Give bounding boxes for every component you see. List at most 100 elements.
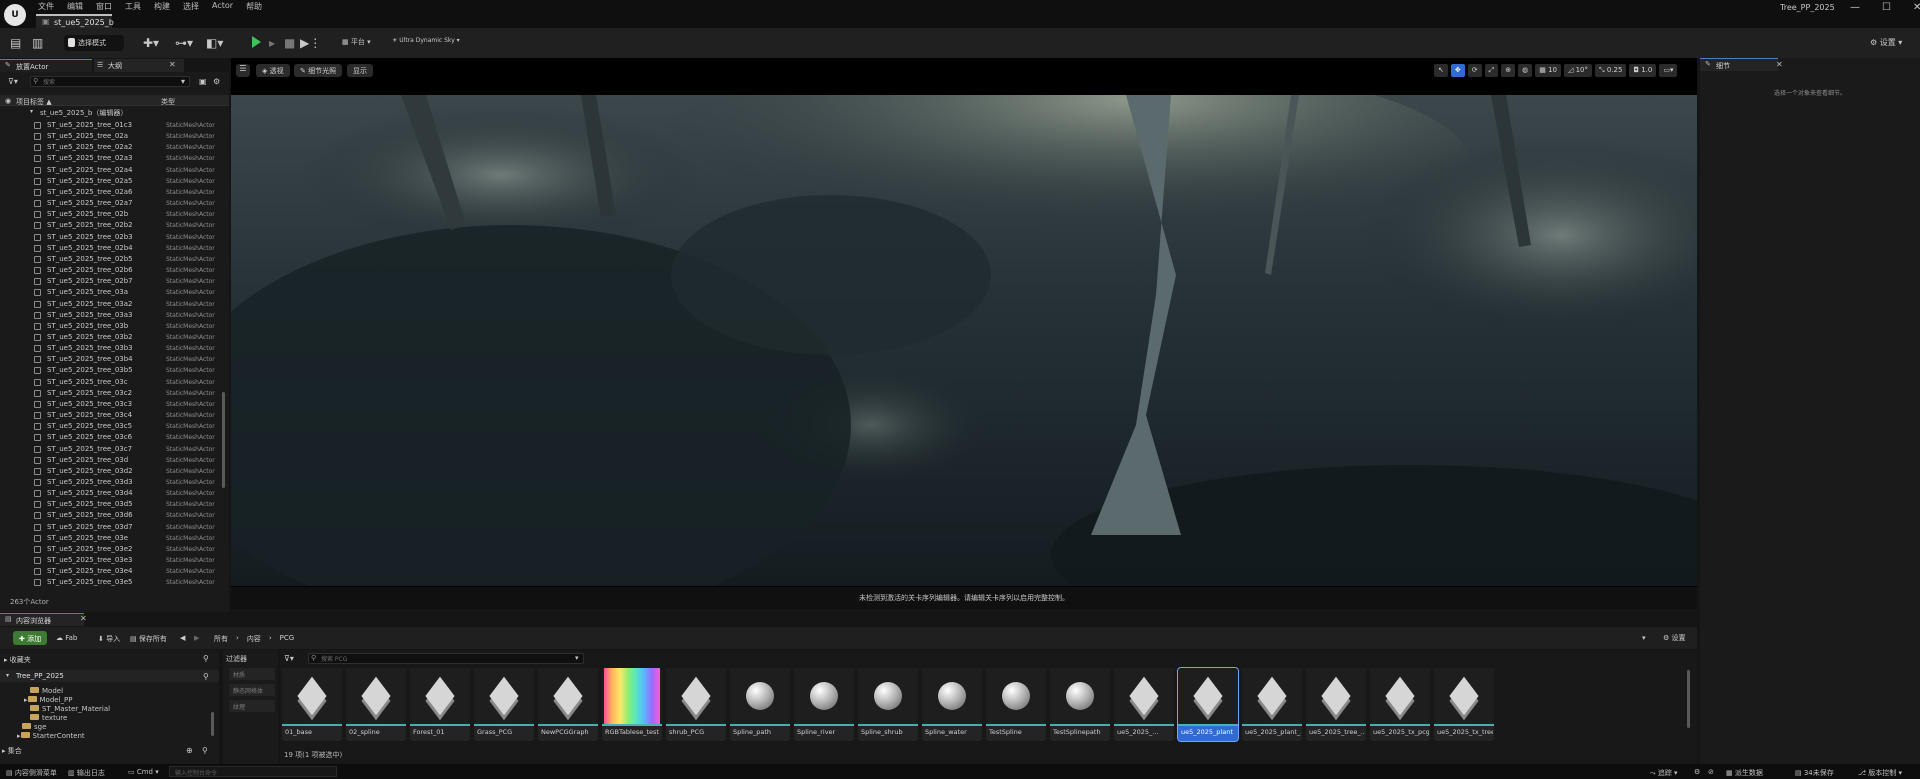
outliner-row[interactable]: ST_ue5_2025_tree_02a5 StaticMeshActor [0, 176, 222, 187]
asset-tile[interactable]: Spline_path [730, 668, 790, 741]
outliner-scrollbar[interactable] [222, 392, 225, 488]
console-command-input[interactable]: 输入控制台命令 [169, 766, 337, 777]
rotate-tool-icon[interactable]: ⟳ [1467, 64, 1482, 77]
outliner-row[interactable]: ST_ue5_2025_tree_03b3 StaticMeshActor [0, 343, 222, 354]
outliner-row[interactable]: ST_ue5_2025_tree_02b6 StaticMeshActor [0, 265, 222, 276]
add-button[interactable]: ✚ 添加 [13, 631, 47, 645]
stop-icon[interactable]: ■ [284, 36, 295, 50]
close-details-icon[interactable]: ✕ [1776, 60, 1783, 69]
select-tool-icon[interactable]: ↖ [1434, 64, 1448, 77]
outliner-row[interactable]: ST_ue5_2025_tree_03c4 StaticMeshActor [0, 410, 222, 421]
outliner-row[interactable]: ST_ue5_2025_tree_03b5 StaticMeshActor [0, 365, 222, 376]
breadcrumb-content[interactable]: 内容 [247, 634, 261, 644]
outliner-row[interactable]: ST_ue5_2025_tree_02a4 StaticMeshActor [0, 165, 222, 176]
outliner-row[interactable]: ST_ue5_2025_tree_03b4 StaticMeshActor [0, 354, 222, 365]
add-collection-icon[interactable]: ⊕ [186, 746, 193, 755]
forest-scene-render[interactable] [171, 55, 1771, 645]
outliner-row[interactable]: ST_ue5_2025_tree_03a StaticMeshActor [0, 287, 222, 298]
play-options-icon[interactable]: ▶⋮ [300, 36, 321, 50]
asset-search-options-icon[interactable]: ▾ [575, 654, 579, 662]
collections-section[interactable]: ▸ 集合 [2, 746, 22, 756]
outliner-row[interactable]: ST_ue5_2025_tree_02b2 StaticMeshActor [0, 220, 222, 231]
outliner-row[interactable]: ST_ue5_2025_tree_03c7 StaticMeshActor [0, 444, 222, 455]
column-type[interactable]: 类型 [161, 97, 175, 107]
outliner-row[interactable]: ST_ue5_2025_tree_02b7 StaticMeshActor [0, 276, 222, 287]
blueprint-icon[interactable]: ⊶▾ [175, 36, 193, 50]
outliner-row[interactable]: ST_ue5_2025_tree_03d3 StaticMeshActor [0, 477, 222, 488]
filter-static-mesh[interactable]: 静态网格体 [229, 684, 275, 696]
move-tool-icon[interactable]: ✥ [1450, 64, 1465, 77]
close-content-browser-icon[interactable]: ✕ [80, 614, 87, 623]
editor-level-row[interactable]: st_ue5_2025_b（编辑器） [40, 108, 127, 118]
asset-tile[interactable]: RGBTablese_test [602, 668, 662, 741]
sky-dropdown[interactable]: ☀ Ultra Dynamic Sky ▾ [392, 37, 460, 44]
asset-tile[interactable]: ue5_2025_plant [1177, 667, 1239, 742]
filter-icon[interactable]: ⊽▾ [8, 77, 18, 86]
menu-select[interactable]: 选择 [183, 1, 199, 12]
status-settings-icon[interactable]: ⚙ [1694, 768, 1700, 776]
show-button[interactable]: 显示 [347, 64, 373, 77]
outliner-row[interactable]: ST_ue5_2025_tree_02a6 StaticMeshActor [0, 187, 222, 198]
content-drawer-button[interactable]: ▤ 内容侧滑菜单 [6, 768, 57, 778]
outliner-row[interactable]: ST_ue5_2025_tree_03d7 StaticMeshActor [0, 522, 222, 533]
outliner-row[interactable]: ST_ue5_2025_tree_01c3 StaticMeshActor [0, 120, 222, 131]
cmd-dropdown[interactable]: ▭ Cmd ▾ [128, 768, 159, 776]
asset-tile[interactable]: 01_base [282, 668, 342, 741]
outliner-row[interactable]: ST_ue5_2025_tree_03c2 StaticMeshActor [0, 388, 222, 399]
asset-tile[interactable]: ue5_2025_tree_... [1306, 668, 1366, 741]
camera-speed-value[interactable]: ◘ 1.0 [1629, 64, 1657, 77]
tab-content-browser[interactable]: 内容浏览器 [0, 613, 84, 626]
fab-button[interactable]: ☁ Fab [56, 634, 77, 642]
outliner-settings-icon[interactable]: ⚙ [213, 77, 220, 86]
outliner-row[interactable]: ST_ue5_2025_tree_03d4 StaticMeshActor [0, 488, 222, 499]
forward-icon[interactable]: ▶ [194, 634, 199, 642]
level-expand-icon[interactable]: ▾ [30, 108, 33, 115]
import-button[interactable]: ⬇ 导入 [98, 634, 120, 644]
folder-model-pp[interactable]: ▸ Model_PP [24, 696, 72, 704]
asset-scrollbar[interactable] [1687, 670, 1690, 728]
options-chevron-icon[interactable]: ▾ [181, 77, 185, 86]
path-history-icon[interactable]: ▾ [1642, 634, 1646, 642]
asset-tile[interactable]: ue5_2025_plant_... [1242, 668, 1302, 741]
outliner-row[interactable]: ST_ue5_2025_tree_03e3 StaticMeshActor [0, 555, 222, 566]
asset-tile[interactable]: NewPCGGraph [538, 668, 598, 741]
outliner-row[interactable]: ST_ue5_2025_tree_02a3 StaticMeshActor [0, 153, 222, 164]
save-icon[interactable]: ▤ [10, 36, 21, 50]
scale-tool-icon[interactable]: ⤢ [1484, 64, 1499, 77]
breadcrumb-pcg[interactable]: PCG [280, 634, 295, 644]
breadcrumb-all[interactable]: 所有 [214, 634, 228, 644]
source-control-button[interactable]: ⎇ 版本控制 ▾ [1858, 768, 1902, 778]
menu-actor[interactable]: Actor [212, 1, 233, 12]
outliner-row[interactable]: ST_ue5_2025_tree_03e5 StaticMeshActor [0, 577, 222, 588]
content-icon[interactable]: ▥ [32, 36, 43, 50]
project-search-icon[interactable]: ⚲ [203, 672, 209, 681]
viewport-menu-icon[interactable]: ☰ [236, 64, 250, 77]
outliner-row[interactable]: ST_ue5_2025_tree_03a2 StaticMeshActor [0, 299, 222, 310]
asset-tile[interactable]: Forest_01 [410, 668, 470, 741]
status-link-icon[interactable]: ⊘ [1708, 768, 1714, 776]
outliner-row[interactable]: ST_ue5_2025_tree_02b3 StaticMeshActor [0, 232, 222, 243]
add-actor-icon[interactable]: ✚▾ [143, 36, 159, 50]
asset-tile[interactable]: Grass_PCG [474, 668, 534, 741]
outliner-row[interactable]: ST_ue5_2025_tree_02b5 StaticMeshActor [0, 254, 222, 265]
outliner-row[interactable]: ST_ue5_2025_tree_03e2 StaticMeshActor [0, 544, 222, 555]
folder-model[interactable]: Model [30, 687, 63, 695]
outliner-row[interactable]: ST_ue5_2025_tree_03d StaticMeshActor [0, 455, 222, 466]
folder-starter-content[interactable]: ▸ StarterContent [17, 732, 85, 740]
column-label[interactable]: 项目标签 ▲ [16, 97, 52, 107]
asset-search-input[interactable]: 搜索 PCG [308, 653, 584, 664]
back-icon[interactable]: ◀ [180, 634, 185, 642]
step-icon[interactable]: ▸ [269, 36, 275, 50]
outliner-row[interactable]: ST_ue5_2025_tree_03c3 StaticMeshActor [0, 399, 222, 410]
asset-tile[interactable]: shrub_PCG [666, 668, 726, 741]
layout-icon[interactable]: ▭▾ [1659, 64, 1678, 77]
outliner-row[interactable]: ST_ue5_2025_tree_03a3 StaticMeshActor [0, 310, 222, 321]
menu-window[interactable]: 窗口 [96, 1, 112, 12]
minimize-button[interactable]: — [1850, 2, 1860, 13]
asset-tile[interactable]: ue5_2025_tx_pcg [1370, 668, 1430, 741]
outliner-row[interactable]: ST_ue5_2025_tree_03b StaticMeshActor [0, 321, 222, 332]
content-browser-settings[interactable]: ⚙ 设置 [1663, 633, 1686, 643]
save-all-button[interactable]: ▤ 保存所有 [130, 634, 167, 644]
perspective-button[interactable]: ◈ 透视 [256, 64, 290, 77]
close-window-button[interactable]: ✕ [1913, 2, 1920, 13]
